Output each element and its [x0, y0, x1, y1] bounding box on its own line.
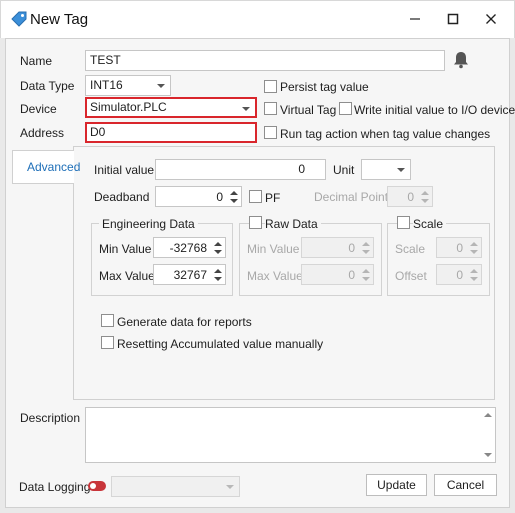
toggle-knob — [90, 483, 96, 489]
raw-data-group — [239, 223, 382, 296]
window-title: New Tag — [30, 11, 89, 28]
spin-up-icon[interactable] — [421, 191, 429, 195]
spin-down-icon[interactable] — [214, 250, 222, 254]
deadband-value: 0 — [216, 190, 223, 204]
decimal-point-stepper[interactable]: 0 — [387, 186, 433, 207]
device-value: Simulator.PLC — [90, 100, 167, 114]
generate-reports-checkbox[interactable] — [101, 314, 114, 327]
spin-up-icon[interactable] — [470, 242, 478, 246]
unit-label: Unit — [333, 163, 355, 177]
spin-up-icon[interactable] — [230, 191, 238, 195]
data-logging-toggle[interactable] — [88, 481, 106, 491]
spin-up-icon[interactable] — [470, 269, 478, 273]
data-type-select[interactable]: INT16 — [85, 75, 171, 96]
description-input[interactable] — [85, 407, 496, 463]
pf-label: PF — [265, 191, 281, 205]
decimal-point-label: Decimal Point — [314, 190, 389, 204]
unit-select[interactable] — [361, 159, 411, 180]
spin-up-icon[interactable] — [214, 269, 222, 273]
persist-checkbox[interactable] — [264, 80, 277, 93]
spin-down-icon[interactable] — [470, 250, 478, 254]
eng-min-value: -32768 — [169, 241, 207, 255]
scroll-up-icon[interactable] — [484, 413, 492, 417]
scale-label: Scale — [395, 242, 426, 256]
cancel-button[interactable]: Cancel — [434, 474, 497, 496]
spin-up-icon[interactable] — [214, 242, 222, 246]
raw-data-title: Raw Data — [265, 217, 321, 231]
spin-down-icon[interactable] — [230, 199, 238, 203]
deadband-stepper[interactable]: 0 — [155, 186, 242, 207]
spin-up-icon[interactable] — [362, 269, 370, 273]
spin-up-icon[interactable] — [362, 242, 370, 246]
pf-checkbox[interactable] — [249, 190, 262, 203]
spin-down-icon[interactable] — [421, 199, 429, 203]
scale-group — [387, 223, 490, 296]
eng-min-stepper[interactable]: -32768 — [153, 237, 226, 258]
scale-value: 0 — [456, 241, 463, 255]
initial-value-label: Initial value — [94, 163, 155, 177]
run-action-checkbox[interactable] — [264, 126, 277, 139]
scale-title: Scale — [413, 217, 447, 231]
tab-advanced-label: Advanced — [27, 160, 81, 174]
tag-icon — [10, 10, 28, 28]
spin-down-icon[interactable] — [362, 277, 370, 281]
data-type-label: Data Type — [20, 79, 75, 93]
description-label: Description — [20, 411, 81, 425]
eng-max-value: 32767 — [173, 268, 207, 282]
engineering-data-group — [91, 223, 233, 296]
offset-value: 0 — [456, 268, 463, 282]
offset-label: Offset — [395, 269, 427, 283]
address-label: Address — [20, 126, 65, 140]
offset-stepper[interactable]: 0 — [436, 264, 482, 285]
raw-max-label: Max Value — [247, 269, 303, 283]
address-input[interactable]: D0 — [85, 122, 257, 143]
minimize-icon[interactable] — [400, 6, 430, 32]
run-action-label: Run tag action when tag value changes — [280, 127, 491, 141]
deadband-label: Deadband — [94, 190, 150, 204]
scale-stepper[interactable]: 0 — [436, 237, 482, 258]
raw-max-stepper[interactable]: 0 — [301, 264, 374, 285]
resetting-accumulated-label: Resetting Accumulated value manually — [117, 337, 324, 351]
persist-label: Persist tag value — [280, 80, 369, 94]
name-input[interactable]: TEST — [85, 50, 445, 71]
virtual-tag-checkbox[interactable] — [264, 102, 277, 115]
raw-min-stepper[interactable]: 0 — [301, 237, 374, 258]
device-select[interactable]: Simulator.PLC — [85, 97, 257, 118]
scale-checkbox[interactable] — [397, 216, 410, 229]
write-initial-label: Write initial value to I/O device — [354, 103, 515, 117]
initial-value-input[interactable]: 0 — [155, 159, 326, 180]
decimal-point-value: 0 — [407, 190, 414, 204]
maximize-icon[interactable] — [438, 6, 468, 32]
scroll-down-icon[interactable] — [484, 453, 492, 457]
spin-down-icon[interactable] — [214, 277, 222, 281]
close-icon[interactable] — [476, 6, 506, 32]
data-logging-label: Data Logging — [19, 480, 91, 494]
chevron-down-icon — [397, 168, 405, 172]
resetting-accumulated-checkbox[interactable] — [101, 336, 114, 349]
name-label: Name — [20, 54, 53, 68]
update-button[interactable]: Update — [366, 474, 427, 496]
raw-max-value: 0 — [348, 268, 355, 282]
raw-min-label: Min Value — [247, 242, 300, 256]
eng-max-label: Max Value — [99, 269, 155, 283]
chevron-down-icon — [157, 84, 165, 88]
eng-min-label: Min Value — [99, 242, 152, 256]
chevron-down-icon — [242, 107, 250, 111]
data-type-value: INT16 — [90, 78, 123, 92]
virtual-tag-label: Virtual Tag — [280, 103, 337, 117]
chevron-down-icon — [226, 485, 234, 489]
engineering-data-title: Engineering Data — [99, 217, 198, 231]
tab-strip — [10, 146, 74, 400]
spin-down-icon[interactable] — [470, 277, 478, 281]
bell-icon[interactable] — [453, 51, 469, 69]
data-logging-select[interactable] — [111, 476, 240, 497]
spin-down-icon[interactable] — [362, 250, 370, 254]
generate-reports-label: Generate data for reports — [117, 315, 252, 329]
write-initial-checkbox[interactable] — [339, 102, 352, 115]
device-label: Device — [20, 102, 57, 116]
raw-data-checkbox[interactable] — [249, 216, 262, 229]
raw-min-value: 0 — [348, 241, 355, 255]
eng-max-stepper[interactable]: 32767 — [153, 264, 226, 285]
